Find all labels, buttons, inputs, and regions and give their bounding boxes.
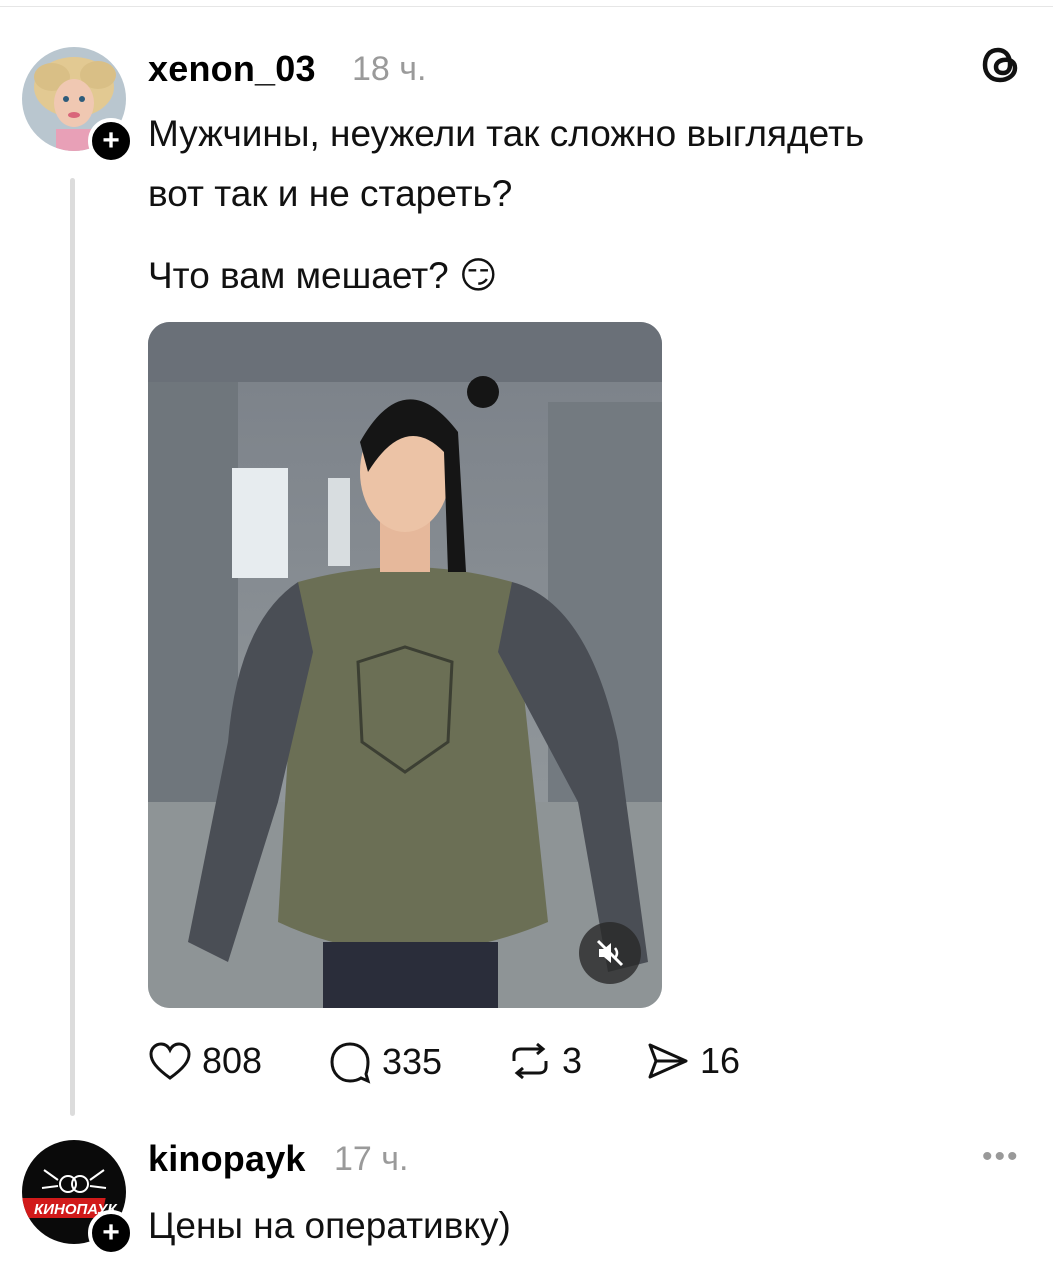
post-text-line-1: Мужчины, неужели так сложно выглядеть	[148, 113, 865, 154]
heart-icon	[149, 1042, 191, 1080]
muted-speaker-icon	[596, 939, 624, 967]
threads-logo-icon[interactable]	[978, 42, 1024, 93]
divider	[0, 6, 1053, 7]
reply-follow-button[interactable]: +	[88, 1210, 134, 1256]
threads-post-page: + xenon_03 18 ч. Мужчины, неужели так сл…	[0, 0, 1053, 1280]
repost-button[interactable]: 3	[508, 1040, 582, 1082]
more-options-button[interactable]: •••	[982, 1140, 1020, 1174]
send-icon	[648, 1043, 688, 1079]
author-username[interactable]: xenon_03	[148, 48, 316, 90]
like-count: 808	[202, 1040, 263, 1081]
reply-username[interactable]: kinopayk	[148, 1138, 306, 1180]
comment-count: 335	[382, 1041, 443, 1082]
man-in-sweatshirt-image	[148, 322, 662, 1008]
like-button[interactable]: 808	[148, 1040, 262, 1082]
comment-bubble-icon	[330, 1042, 371, 1084]
reply-text: Цены на оперативку)	[148, 1205, 511, 1246]
mute-toggle-button[interactable]	[579, 922, 641, 984]
thread-connector	[70, 178, 75, 1116]
post-text-line-3: Что вам мешает? 😏	[148, 255, 498, 296]
post-timestamp: 18 ч.	[352, 50, 427, 88]
reply-timestamp: 17 ч.	[334, 1140, 409, 1178]
share-button[interactable]: 16	[646, 1040, 740, 1082]
post-text-line-2: вот так и не стареть?	[148, 173, 513, 214]
follow-button[interactable]: +	[88, 118, 134, 164]
post-video[interactable]	[148, 322, 662, 1008]
repost-icon	[512, 1042, 548, 1080]
repost-count: 3	[562, 1040, 583, 1081]
comment-button[interactable]: 335	[328, 1040, 442, 1084]
share-count: 16	[700, 1040, 741, 1081]
